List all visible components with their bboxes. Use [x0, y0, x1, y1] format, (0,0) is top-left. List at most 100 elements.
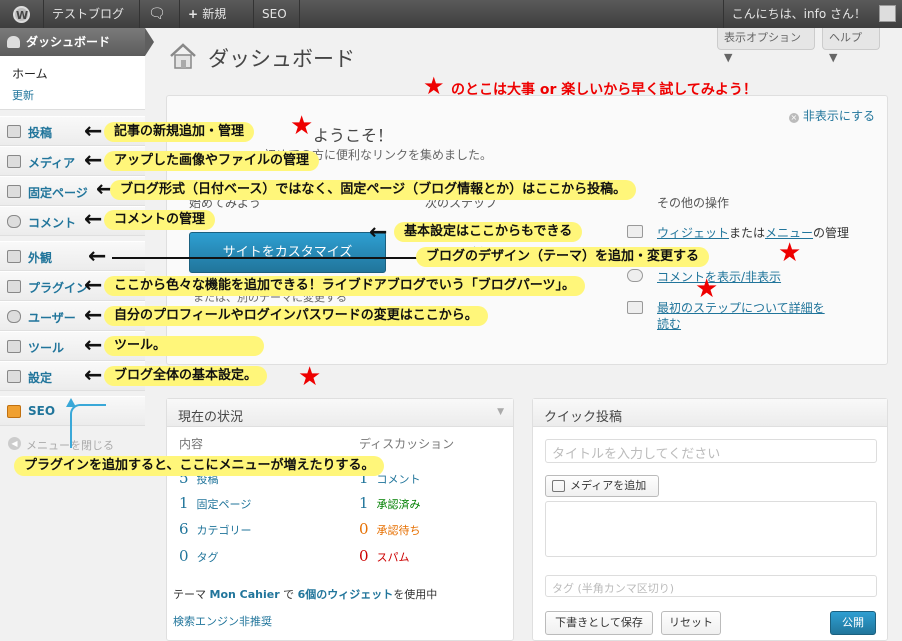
arrow-line	[112, 257, 418, 259]
theme-name-link[interactable]: Mon Cahier	[210, 588, 280, 601]
toggle-arrow-icon[interactable]: ▼	[497, 407, 504, 417]
label: 承認待ち	[376, 524, 421, 537]
settings-icon	[7, 370, 21, 383]
plugin-icon	[7, 280, 21, 293]
seo-menu[interactable]: SEO	[254, 0, 300, 28]
sidebar-item-label: ダッシュボード	[26, 35, 111, 49]
sidebar-item-label: 投稿	[28, 126, 53, 140]
annotation-pages: ブログ形式（日付ベース）ではなく、固定ページ（ブログ情報とか）はここから投稿。	[110, 180, 637, 200]
content-row-pages[interactable]: 1 固定ページ	[179, 494, 251, 512]
learn-more-link[interactable]: 最初のステップについて詳細を	[657, 301, 825, 315]
post-content-textarea[interactable]	[545, 501, 877, 557]
admin-bar: テストブログ 🗨 + 新規 SEO こんにちは、info さん！	[0, 0, 902, 30]
seo-icon	[7, 405, 21, 418]
count: 0	[359, 520, 369, 538]
count: 1	[179, 494, 189, 512]
howdy-account-menu[interactable]: こんにちは、info さん！	[722, 0, 874, 28]
star-icon: ★	[695, 274, 719, 304]
learn-more-line: 最初のステップについて詳細を 読む	[627, 300, 825, 332]
theme-info: テーマ Mon Cahier で 6個のウィジェットを使用中	[173, 586, 437, 602]
sidebar-item-dashboard[interactable]: ダッシュボード	[0, 28, 154, 56]
curved-arrow-line	[70, 404, 106, 448]
sidebar-item-label: 固定ページ	[28, 186, 88, 200]
discussion-row-pending[interactable]: 0 承認待ち	[359, 520, 421, 538]
count: 1	[359, 494, 369, 512]
sidebar-item-label: 外観	[28, 251, 53, 265]
quick-press-header[interactable]: クイック投稿	[533, 399, 887, 427]
add-media-button[interactable]: メディアを追加	[545, 475, 659, 497]
save-draft-button[interactable]: 下書きとして保存	[545, 611, 653, 635]
arrow-up-icon	[66, 398, 76, 407]
or-text: または	[729, 226, 766, 240]
annotation-appearance: ブログのデザイン（テーマ）を追加・変更する	[416, 247, 710, 267]
read-link[interactable]: 読む	[657, 317, 681, 331]
label: 固定ページ	[196, 498, 252, 511]
widgets-menus-line: ウィジェットまたはメニューの管理	[627, 224, 850, 241]
users-icon	[7, 310, 21, 323]
home-icon	[170, 43, 196, 69]
dismiss-label: 非表示にする	[802, 109, 875, 123]
discussion-row-spam[interactable]: 0 スパム	[359, 547, 410, 565]
theme-suffix: を使用中	[393, 588, 438, 601]
post-title-input[interactable]: タイトルを入力してください	[545, 439, 877, 463]
annotation-settings: ブログ全体の基本設定。	[104, 366, 268, 386]
plus-icon: +	[188, 7, 203, 21]
submenu-update[interactable]: 更新	[12, 87, 34, 103]
theme-prefix: テーマ	[173, 588, 206, 601]
new-label: 新規	[202, 7, 227, 21]
pin-icon	[7, 125, 21, 138]
content-row-tags[interactable]: 0 タグ	[179, 547, 219, 565]
annotation-media: アップした画像やファイルの管理	[104, 151, 320, 171]
comments-toggle-line: コメントを表示/非表示	[627, 268, 781, 285]
star-icon: ★	[778, 238, 802, 268]
label: 承認済み	[376, 498, 421, 511]
annotation-users: 自分のプロフィールやログインパスワードの変更はここから。	[104, 306, 488, 326]
dismiss-link[interactable]: × 非表示にする	[788, 107, 875, 124]
comment-bubble-icon: 🗨	[148, 6, 166, 22]
sidebar-item-label: メディア	[28, 156, 76, 170]
sidebar-item-label: SEO	[28, 404, 56, 418]
arrow-left-icon: ←	[84, 333, 103, 358]
search-engine-discouraged-link[interactable]: 検索エンジン非推奨	[173, 613, 272, 629]
annotation-comments: コメントの管理	[104, 210, 216, 230]
new-content-menu[interactable]: + 新規	[180, 0, 254, 28]
theme-mid: で	[283, 588, 295, 601]
sidebar-item-label: コメント	[28, 216, 77, 230]
publish-button[interactable]: 公開	[830, 611, 876, 635]
arrow-left-icon: ←	[84, 363, 103, 388]
arrow-left-icon: ←	[84, 303, 103, 328]
annotation-posts: 記事の新規追加・管理	[104, 122, 255, 142]
discussion-row-approved[interactable]: 1 承認済み	[359, 494, 421, 512]
comments-menu[interactable]: 🗨	[140, 0, 180, 28]
reset-button[interactable]: リセット	[661, 611, 721, 635]
site-name-menu[interactable]: テストブログ	[44, 0, 140, 28]
close-icon: ×	[788, 113, 799, 123]
arrow-left-icon: ←	[88, 244, 107, 269]
manage-text: の管理	[813, 226, 850, 240]
sidebar-item-appearance[interactable]: 外観	[0, 241, 145, 271]
customize-site-button[interactable]: サイトをカスタマイズ	[189, 232, 386, 273]
annotation-plugins: ここから色々な機能を追加できる！ライブドアブログでいう「ブログパーツ」。	[104, 276, 585, 296]
arrow-left-icon: ←	[84, 207, 103, 232]
sidebar-item-label: 設定	[28, 371, 53, 385]
label: コメント	[376, 473, 421, 486]
media-icon	[7, 155, 21, 168]
tags-input[interactable]: タグ (半角カンマ区切り)	[545, 575, 877, 597]
arrow-left-icon: ←	[369, 220, 388, 245]
annotation-tools: ツール。	[104, 336, 265, 356]
count: 0	[359, 547, 369, 565]
quick-press-title: クイック投稿	[544, 410, 623, 425]
widgets-count-link[interactable]: 6個のウィジェット	[298, 588, 394, 601]
comment-icon	[7, 215, 21, 228]
wp-logo-menu[interactable]	[0, 0, 44, 30]
screen-options-button[interactable]: 表示オプション ▼	[717, 28, 815, 64]
dashboard-submenu: ホーム 更新	[0, 56, 145, 110]
help-button[interactable]: ヘルプ ▼	[822, 28, 880, 64]
star-icon: ★	[290, 111, 314, 141]
widgets-link[interactable]: ウィジェット	[657, 226, 729, 240]
right-now-header[interactable]: 現在の状況 ▼	[167, 399, 513, 427]
content-row-categories[interactable]: 6 カテゴリー	[179, 520, 252, 538]
avatar[interactable]	[879, 5, 896, 22]
submenu-home[interactable]: ホーム	[12, 65, 48, 82]
comments-toggle-link[interactable]: コメントを表示/非表示	[657, 270, 781, 284]
